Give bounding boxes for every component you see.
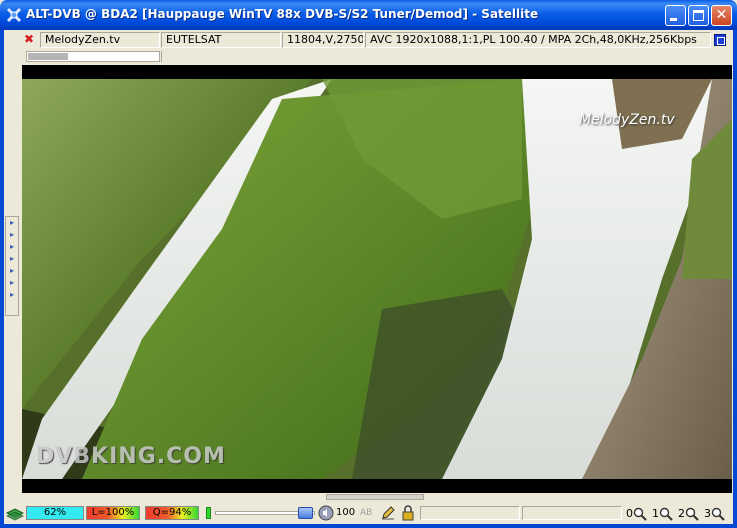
- side-panel-toggle[interactable]: ▸ ▸ ▸ ▸ ▸ ▸ ▸: [5, 216, 19, 316]
- pencil-icon[interactable]: [380, 505, 396, 521]
- volume-value: 100: [336, 507, 356, 518]
- magnifier-icon: [633, 507, 647, 521]
- minimize-icon: [670, 18, 677, 21]
- close-button[interactable]: ✕: [711, 5, 732, 26]
- signal-strength-meter: 62%: [26, 506, 84, 520]
- status-cell-2: [522, 506, 622, 520]
- title-bar: ALT-DVB @ BDA2 [Hauppauge WinTV 88x DVB-…: [0, 0, 737, 30]
- status-bar: 62% L=100% Q=94% 100 AB 0 1 2 3: [4, 502, 733, 524]
- magnifier-icon: [659, 507, 673, 521]
- zoom-3-button[interactable]: 3: [704, 506, 725, 522]
- layers-icon[interactable]: [6, 505, 24, 521]
- buffer-progress: [26, 51, 160, 62]
- window-title: ALT-DVB @ BDA2 [Hauppauge WinTV 88x DVB-…: [26, 7, 539, 21]
- lock-indicator: [206, 507, 211, 519]
- channel-name: MelodyZen.tv: [40, 32, 160, 48]
- channel-watermark: MelodyZen.tv: [579, 112, 675, 128]
- window-frame-bottom: [0, 524, 737, 528]
- minimize-button[interactable]: [665, 5, 686, 26]
- magnifier-icon: [685, 507, 699, 521]
- volume-slider-knob[interactable]: [298, 507, 313, 519]
- maximize-button[interactable]: [688, 5, 709, 26]
- close-icon: ✕: [715, 7, 728, 23]
- zoom-1-button[interactable]: 1: [652, 506, 673, 522]
- status-cell-1: [420, 506, 520, 520]
- provider-name: EUTELSAT: [161, 32, 281, 48]
- magnifier-icon: [711, 507, 725, 521]
- video-frame: [22, 79, 732, 479]
- zoom-0-button[interactable]: 0: [626, 506, 647, 522]
- lock-icon[interactable]: [400, 505, 416, 521]
- ab-icon[interactable]: AB: [360, 508, 372, 518]
- window-frame-right: [733, 30, 737, 528]
- zoom-2-button[interactable]: 2: [678, 506, 699, 522]
- stream-info: AVC 1920x1088,1:1,PL 100.40 / MPA 2Ch,48…: [365, 32, 711, 48]
- speaker-icon[interactable]: [318, 505, 334, 521]
- maximize-icon: [693, 10, 704, 21]
- buffer-row: [4, 50, 733, 64]
- red-x-icon[interactable]: ✖: [24, 33, 36, 45]
- bottom-panel-toggle[interactable]: [326, 494, 424, 500]
- channel-info-bar: ✖ MelodyZen.tv EUTELSAT 11804,V,27500 AV…: [4, 30, 733, 50]
- signal-level-meter: L=100%: [86, 506, 140, 520]
- window-frame-left: [0, 30, 4, 528]
- transponder-info: 11804,V,27500: [282, 32, 364, 48]
- fullscreen-icon[interactable]: [714, 34, 726, 46]
- signal-quality-meter: Q=94%: [145, 506, 199, 520]
- alt-dvb-app-icon[interactable]: [6, 7, 22, 23]
- video-area[interactable]: MelodyZen.tv DVBKING.COM: [22, 65, 732, 493]
- site-watermark: DVBKING.COM: [36, 444, 226, 469]
